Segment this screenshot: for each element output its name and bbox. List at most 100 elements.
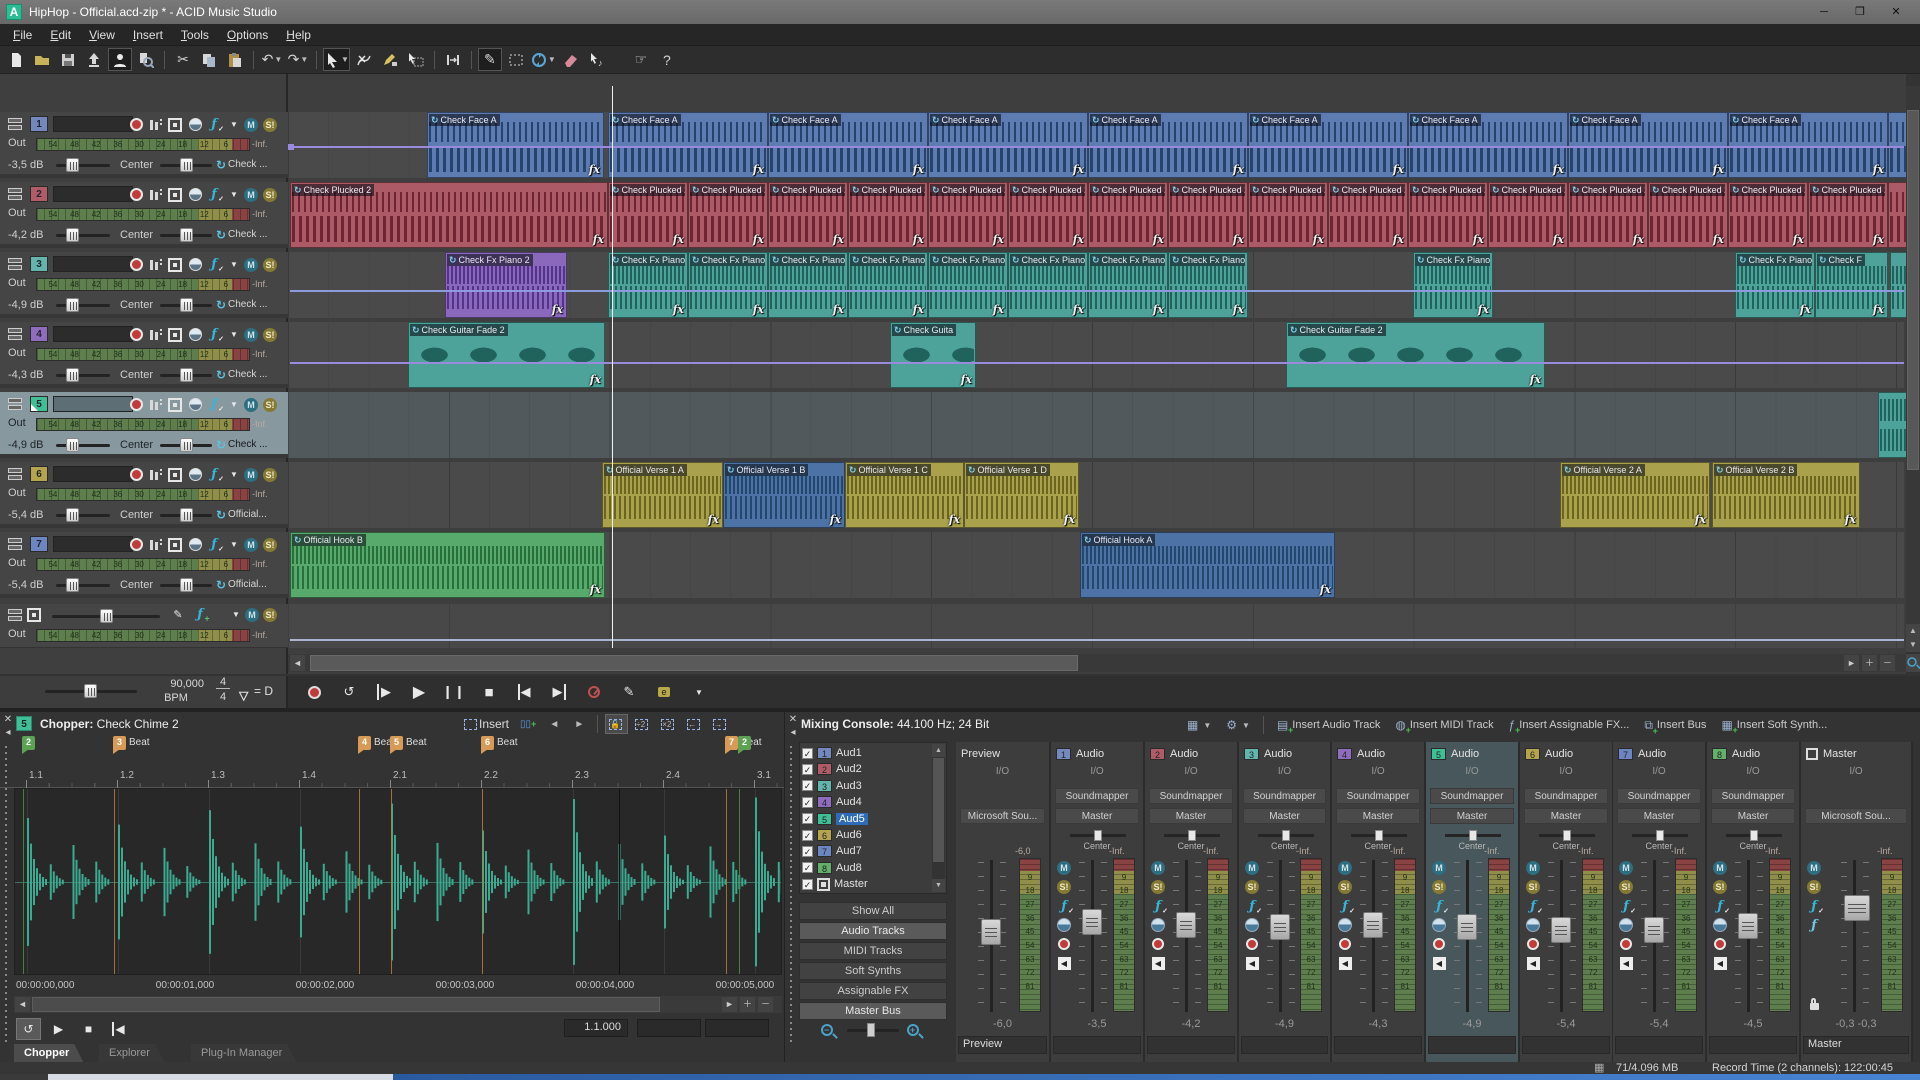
stop-button[interactable]: ■ (477, 680, 501, 704)
maximize-track-button[interactable] (167, 117, 183, 132)
pan-slider-handle[interactable] (180, 438, 193, 452)
clip-fx-badge[interactable]: fx (1393, 163, 1404, 176)
fx2-icon[interactable]: ƒ (1806, 917, 1822, 933)
pan-slider-handle[interactable] (1469, 830, 1477, 841)
redo-button[interactable]: ↷▼ (286, 48, 310, 71)
mute-group-icon[interactable]: M (243, 257, 259, 272)
channel-fader[interactable] (1853, 860, 1856, 1012)
pan-slider-handle[interactable] (1282, 830, 1290, 841)
automation-envelope[interactable] (290, 639, 1904, 641)
bus-solo-icon[interactable]: S! (262, 607, 278, 622)
mixer-dock-icon[interactable]: ◂ (787, 727, 799, 739)
audio-clip[interactable]: ↻Official Verse 1 Dfx (964, 462, 1079, 528)
channel-fader-handle[interactable] (1270, 914, 1290, 940)
scroll-up-button[interactable]: ▲ (1906, 624, 1920, 638)
menu-tools[interactable]: Tools (172, 25, 218, 45)
strip-output-button[interactable]: Master (1336, 808, 1420, 824)
chopper-zoom-in-button[interactable]: ＋ (740, 997, 755, 1012)
solo-icon[interactable]: S! (1056, 879, 1072, 895)
dropdown-arrow-icon[interactable]: ▼ (300, 55, 308, 64)
mute-button[interactable] (187, 257, 203, 272)
clip-fx-badge[interactable]: fx (1233, 303, 1244, 316)
maximize-track-button[interactable] (167, 467, 183, 482)
strip-device-button[interactable]: Soundmapper (1524, 788, 1608, 804)
clip-fx-badge[interactable]: fx (1873, 233, 1884, 246)
menu-edit[interactable]: Edit (41, 25, 80, 45)
mixer-strip-audio-5[interactable]: 5AudioI/OSoundmapperMasterCenterMS!ƒ✓◀-I… (1426, 742, 1520, 1062)
track-device-icon[interactable] (148, 117, 164, 132)
track-name-field[interactable] (53, 116, 133, 132)
pan-slider-handle[interactable] (1656, 830, 1664, 841)
mixer-strip-audio-3[interactable]: 3AudioI/OSoundmapperMasterCenterMS!ƒ✓◀-I… (1239, 742, 1332, 1062)
mute-icon[interactable]: M (1618, 860, 1634, 876)
chopper-play-button[interactable]: ▶ (46, 1018, 71, 1040)
audio-clip[interactable]: ↻Check Plucked 2fx (688, 182, 768, 248)
track-fx-button[interactable]: ƒ✓ (206, 117, 222, 132)
previous-region-button[interactable]: ◄ (543, 714, 565, 734)
track-fx-button[interactable]: ƒ✓ (206, 187, 222, 202)
fx-icon[interactable]: ƒ✓ (1806, 898, 1822, 914)
track-visible-checkbox[interactable]: ✓ (802, 748, 813, 759)
rec-icon[interactable] (1712, 936, 1728, 952)
mixer-settings-button[interactable]: ⚙▼ (1220, 714, 1256, 736)
audio-clip[interactable]: ↻Check Plucked 2fx (848, 182, 928, 248)
fx-icon[interactable]: ƒ✓ (1712, 898, 1728, 914)
clip-fx-badge[interactable]: fx (1873, 163, 1884, 176)
metronome-countoff-button[interactable] (582, 680, 606, 704)
mixer-strip-audio-4[interactable]: 4AudioI/OSoundmapperMasterCenterMS!ƒ✓◀-I… (1332, 742, 1426, 1062)
publish-button[interactable] (82, 48, 106, 71)
pan-slider-handle[interactable] (1188, 830, 1196, 841)
channel-fader-handle[interactable] (1551, 917, 1571, 943)
menu-file[interactable]: File (4, 25, 41, 45)
maximize-track-button[interactable] (167, 257, 183, 272)
pan-slider-handle[interactable] (1375, 830, 1383, 841)
fx-icon[interactable]: ƒ✓ (1056, 898, 1072, 914)
mixer-list-item-aud2[interactable]: ✓2Aud2 (802, 761, 928, 777)
audio-clip[interactable]: ↻Check Plucked 2fx (1248, 182, 1328, 248)
solo-icon[interactable]: S! (1618, 879, 1634, 895)
strip-io-label[interactable]: I/O (956, 766, 1049, 777)
loop-playback-button[interactable]: ↺ (337, 680, 361, 704)
mute-group-icon[interactable]: M (243, 117, 259, 132)
clip-fx-badge[interactable]: fx (1233, 233, 1244, 246)
clip-fx-badge[interactable]: fx (1633, 233, 1644, 246)
clip-fx-badge[interactable]: fx (1713, 163, 1724, 176)
clip-fx-badge[interactable]: fx (1530, 373, 1541, 386)
track-header-4[interactable]: 4ƒ✓▼MS!Out54484236302418126-Inf.-4,3 dBC… (0, 322, 288, 388)
maximize-track-button[interactable] (167, 397, 183, 412)
audio-clip[interactable]: ↻Official Verse 2 Bfx (1712, 462, 1860, 528)
track-volume-value[interactable]: -4,2 dB (8, 229, 43, 241)
chopper-go-to-start-button[interactable]: ◀ (106, 1018, 131, 1040)
filter-soft-synths[interactable]: Soft Synths (799, 962, 947, 980)
audio-clip[interactable]: ↻Check Fx Piano 2fx (1008, 252, 1088, 318)
arm-for-record-button[interactable] (128, 257, 144, 272)
audio-clip[interactable]: ↻Official Verse 1 Cfx (845, 462, 964, 528)
track-minimize-button[interactable] (8, 258, 23, 271)
volume-fader[interactable] (56, 584, 110, 587)
mixer-list-item-aud3[interactable]: ✓3Aud3 (802, 778, 928, 794)
audio-clip[interactable]: ↻Check Plucked 2fx (290, 182, 608, 248)
audio-clip[interactable]: ↻Check Plucked 2fx (928, 182, 1008, 248)
strip-output-button[interactable]: Microsoft Sou... (960, 808, 1045, 824)
time-signature-numerator[interactable]: 4 (216, 676, 230, 689)
track-volume-value[interactable]: -5,4 dB (8, 579, 43, 591)
strip-output-button[interactable]: Microsoft Sou... (1805, 808, 1907, 824)
media-preview-button[interactable] (134, 48, 158, 71)
insert-assignable-fx-button[interactable]: ƒ+Insert Assignable FX... (1503, 714, 1636, 736)
strip-device-button[interactable]: Soundmapper (1711, 788, 1795, 804)
horizontal-scrollbar-thumb[interactable] (310, 655, 1078, 671)
mixer-zoom-in-button[interactable]: + (907, 1024, 919, 1036)
scrub-tool-button[interactable]: ☞ (629, 48, 653, 71)
track-volume-value[interactable]: -4,9 dB (8, 299, 43, 311)
mixer-strip-master[interactable]: MasterI/OMicrosoft Sou...MS!ƒ✓ƒ-Inf.9182… (1801, 742, 1913, 1062)
mixer-strip-audio-6[interactable]: 6AudioI/OSoundmapperMasterCenterMS!ƒ✓◀-I… (1520, 742, 1614, 1062)
tempo-value[interactable]: 90,000 (148, 678, 204, 690)
chopper-loop-playback-button[interactable]: ↺ (16, 1018, 41, 1040)
track-visible-checkbox[interactable]: ✓ (802, 813, 813, 824)
chopper-selection-start-value[interactable] (637, 1019, 701, 1037)
bus-minimize-button[interactable] (8, 609, 23, 622)
paint-clip-name[interactable]: Check ... (228, 299, 288, 310)
zoom-tool-corner-button[interactable] (1906, 654, 1920, 672)
mixer-strip-audio-8[interactable]: 8AudioI/OSoundmapperMasterCenterMS!ƒ✓◀-I… (1707, 742, 1801, 1062)
audio-clip[interactable]: ↻Check Fx Piano 2fx (1088, 252, 1168, 318)
